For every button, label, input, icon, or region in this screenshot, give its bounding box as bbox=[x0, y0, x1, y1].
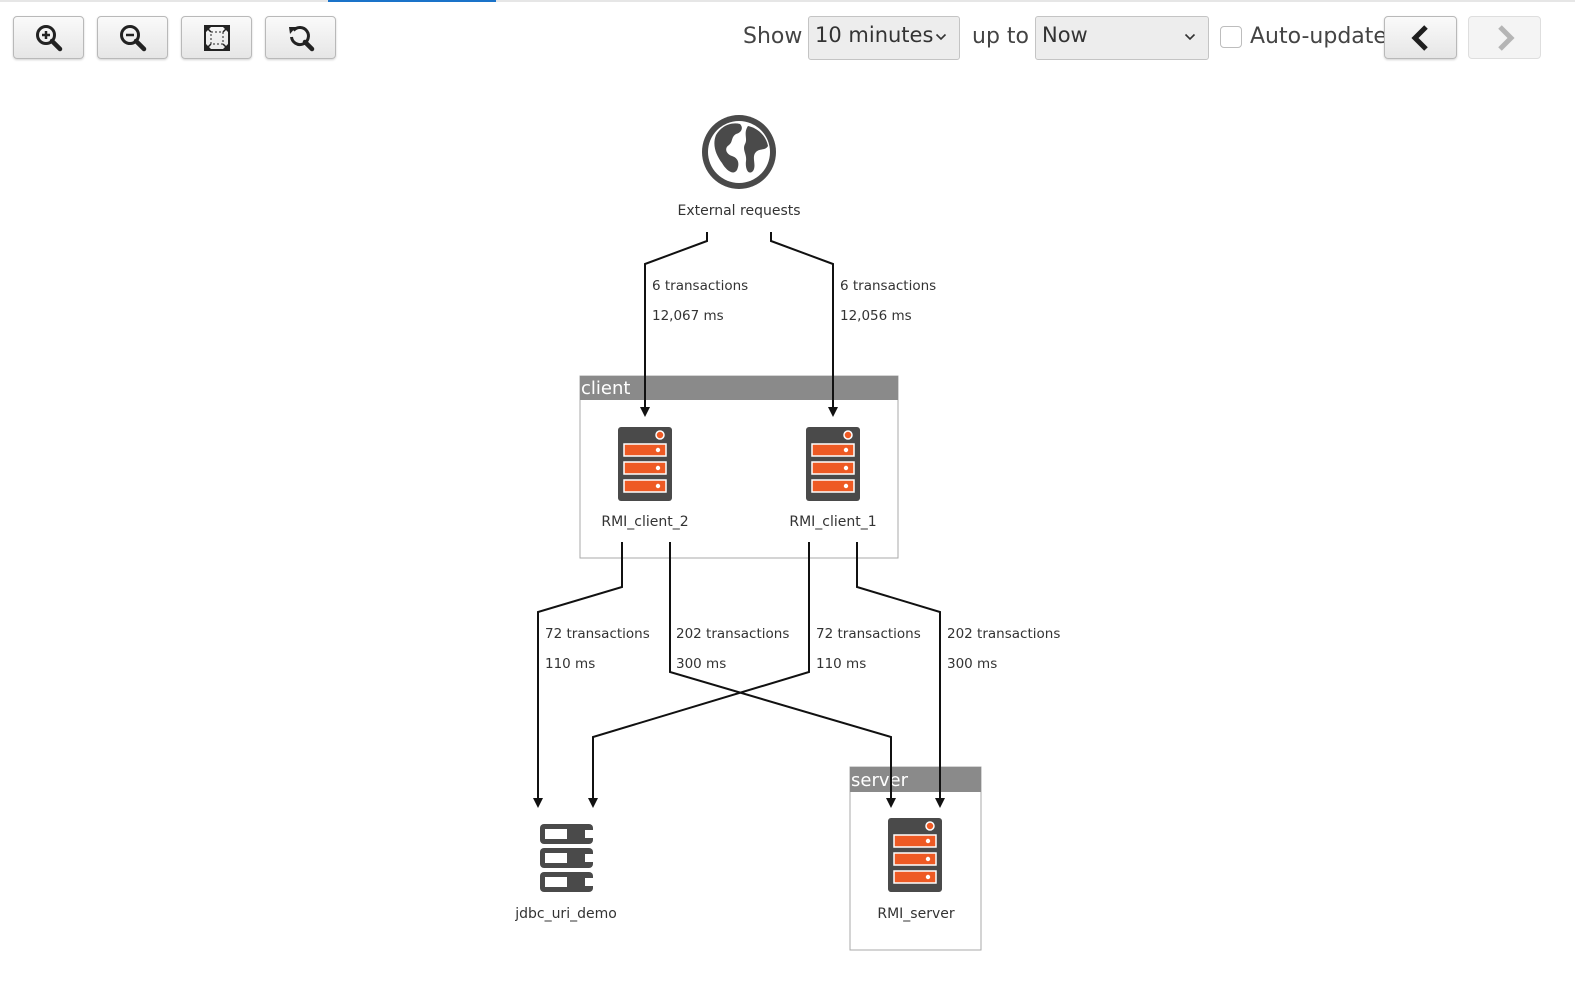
client-group-title: client bbox=[581, 378, 630, 399]
edge-label-time: 300 ms bbox=[947, 656, 997, 672]
edge-label-time: 300 ms bbox=[676, 656, 726, 672]
rmi-client-2-label: RMI_client_2 bbox=[601, 514, 688, 530]
server-icon bbox=[805, 426, 861, 502]
external-requests-label: External requests bbox=[677, 203, 800, 219]
jdbc-database-node[interactable]: jdbc_uri_demo bbox=[514, 824, 617, 922]
globe-icon bbox=[702, 115, 776, 189]
server-group-title: server bbox=[851, 770, 909, 791]
edge-label-count: 6 transactions bbox=[652, 278, 748, 294]
edge-client2-to-jdbc[interactable] bbox=[533, 542, 623, 808]
edge-label-count: 72 transactions bbox=[816, 626, 921, 642]
server-icon bbox=[617, 426, 673, 502]
edge-label-count: 72 transactions bbox=[545, 626, 650, 642]
edge-label-time: 110 ms bbox=[545, 656, 595, 672]
edge-label-time: 12,067 ms bbox=[652, 308, 724, 324]
external-requests-node[interactable]: External requests bbox=[677, 115, 801, 219]
edge-label-time: 110 ms bbox=[816, 656, 866, 672]
edge-client1-to-jdbc[interactable] bbox=[588, 542, 810, 808]
rmi-client-1-label: RMI_client_1 bbox=[789, 514, 876, 530]
rmi-server-label: RMI_server bbox=[877, 906, 954, 922]
edge-label-time: 12,056 ms bbox=[840, 308, 912, 324]
edge-label-count: 202 transactions bbox=[676, 626, 789, 642]
server-icon bbox=[887, 817, 943, 893]
edge-label-count: 6 transactions bbox=[840, 278, 936, 294]
edge-client1-to-server[interactable] bbox=[856, 542, 945, 808]
jdbc-label: jdbc_uri_demo bbox=[514, 906, 617, 922]
edge-label-count: 202 transactions bbox=[947, 626, 1060, 642]
application-map[interactable]: client server 6 transactions 12,067 ms 6… bbox=[0, 0, 1575, 985]
database-icon bbox=[540, 824, 593, 892]
